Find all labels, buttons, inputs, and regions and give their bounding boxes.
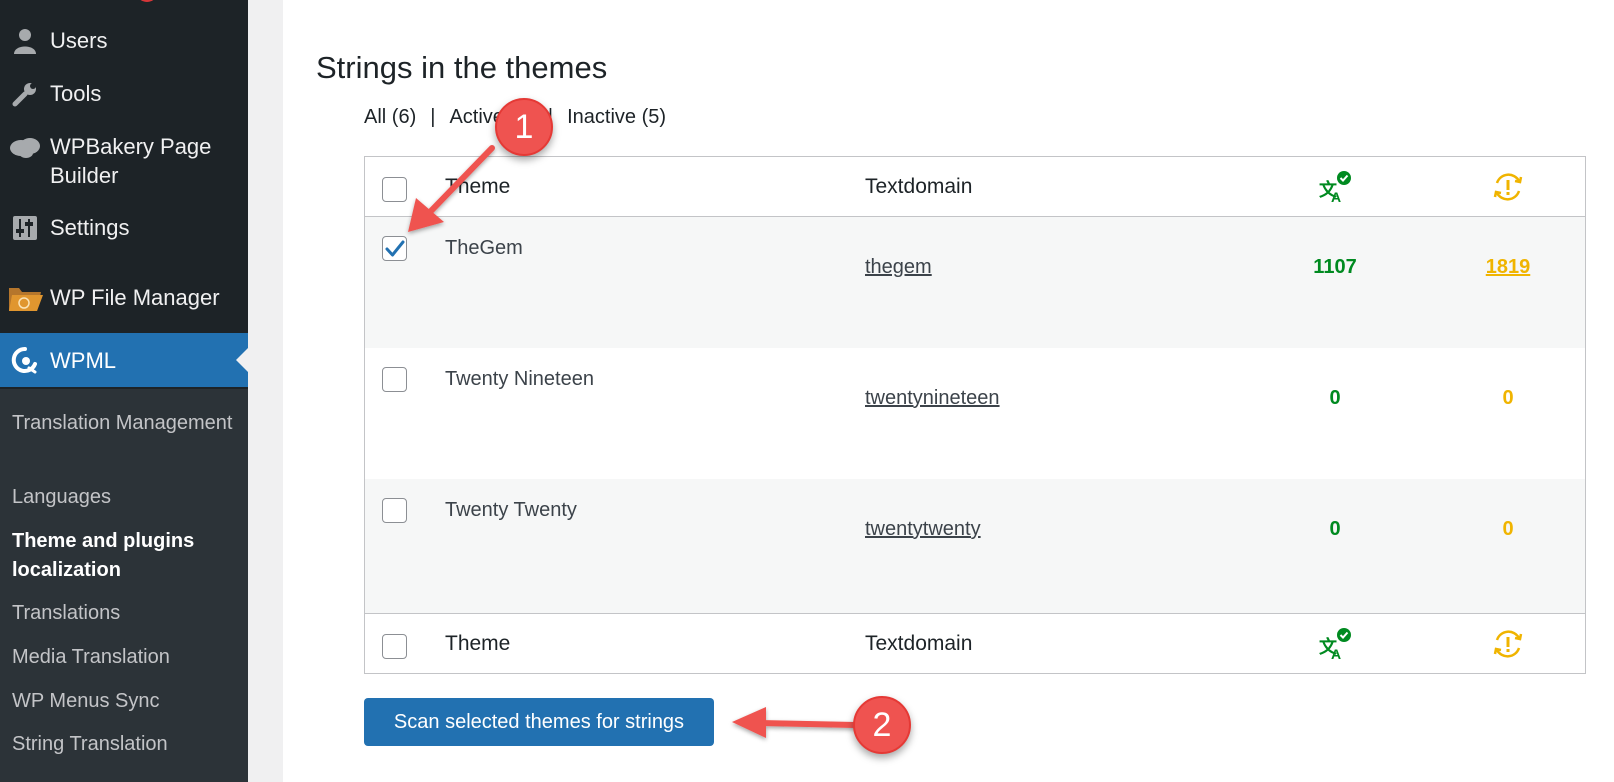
sidebar-item-tools[interactable]: Tools: [0, 79, 248, 108]
submenu-translations[interactable]: Translations: [12, 599, 238, 628]
needs-update-link[interactable]: 1819: [1438, 256, 1578, 279]
column-header-textdomain: Textdomain: [865, 175, 973, 198]
sidebar-item-users[interactable]: Users: [0, 26, 248, 55]
sidebar-item-wp-file-manager[interactable]: WP File Manager: [0, 283, 248, 312]
theme-name: Twenty Twenty: [445, 499, 577, 521]
admin-sidebar: Users Tools WPBakery Page Builder Settin…: [0, 0, 248, 782]
submenu-theme-plugins-localization[interactable]: Theme and plugins localization: [12, 527, 238, 585]
callout-1: 1: [495, 98, 553, 156]
active-indicator: [236, 348, 248, 372]
user-icon: [0, 26, 50, 55]
translation-check-icon: 文A: [1265, 167, 1405, 207]
table-header: Theme Textdomain 文A: [365, 157, 1585, 217]
sidebar-item-label: Users: [50, 28, 108, 53]
needs-update-count: 0: [1502, 387, 1514, 409]
wrench-icon: [0, 79, 50, 108]
page-title: Strings in the themes: [316, 50, 608, 85]
filter-inactive[interactable]: Inactive (5): [567, 106, 666, 128]
submenu-wp-menus-sync[interactable]: WP Menus Sync: [12, 687, 238, 716]
sync-warning-icon: [1438, 167, 1578, 207]
notification-badge: [136, 0, 158, 2]
folder-icon: [0, 283, 50, 312]
sidebar-item-wpml[interactable]: WPML: [0, 333, 248, 387]
table-footer: Theme Textdomain 文A: [365, 613, 1585, 673]
table-row: TheGem thegem 1107 1819: [365, 217, 1585, 348]
translation-check-icon: 文A: [1265, 624, 1405, 664]
svg-text:A: A: [1331, 189, 1341, 204]
scan-themes-button[interactable]: Scan selected themes for strings: [364, 698, 714, 746]
row-checkbox[interactable]: [382, 498, 407, 523]
sidebar-item-label: Settings: [50, 215, 130, 240]
filter-separator: |: [430, 106, 436, 128]
sidebar-item-label: WPBakery Page Builder: [50, 134, 212, 188]
submenu-media-translation[interactable]: Media Translation: [12, 643, 238, 672]
column-header-textdomain: Textdomain: [865, 632, 973, 655]
sidebar-item-wpbakery[interactable]: WPBakery Page Builder: [0, 132, 248, 190]
theme-name: Twenty Nineteen: [445, 368, 594, 390]
sync-warning-icon: [1438, 624, 1578, 664]
wpml-submenu: Translation Management Languages Theme a…: [0, 389, 248, 782]
table-row: Twenty Twenty twentytwenty 0 0: [365, 479, 1585, 613]
theme-name: TheGem: [445, 237, 523, 259]
callout-2: 2: [853, 696, 911, 754]
sidebar-item-label: WP File Manager: [50, 285, 220, 310]
translated-count: 1107: [1313, 256, 1357, 278]
table-row: Twenty Nineteen twentynineteen 0 0: [365, 348, 1585, 479]
select-all-checkbox[interactable]: [382, 634, 407, 659]
select-all-checkbox[interactable]: [382, 177, 407, 202]
column-header-theme: Theme: [445, 632, 511, 655]
main-content: Strings in the themes All (6) | Active (1)…: [283, 0, 1614, 782]
sidebar-item-label: WPML: [50, 347, 116, 373]
translated-count: 0: [1329, 518, 1341, 540]
cloud-icon: [0, 132, 50, 161]
filter-all[interactable]: All (6): [364, 106, 416, 128]
textdomain-link[interactable]: twentytwenty: [865, 518, 981, 541]
submenu-string-translation[interactable]: String Translation: [12, 730, 238, 759]
textdomain-link[interactable]: thegem: [865, 256, 932, 279]
sliders-icon: [0, 213, 50, 242]
submenu-translation-management[interactable]: Translation Management: [12, 409, 238, 438]
needs-update-count: 0: [1502, 518, 1514, 540]
translated-count: 0: [1329, 387, 1341, 409]
row-checkbox-checked[interactable]: [382, 236, 407, 261]
checkmark-icon: [385, 240, 404, 256]
wpml-icon: [0, 346, 50, 375]
sidebar-item-label: Tools: [50, 81, 102, 106]
sidebar-item-settings[interactable]: Settings: [0, 213, 248, 242]
row-checkbox[interactable]: [382, 367, 407, 392]
themes-table: Theme Textdomain 文A TheGem thegem 1107 1…: [364, 156, 1586, 674]
column-header-theme: Theme: [445, 175, 511, 198]
textdomain-link[interactable]: twentynineteen: [865, 387, 1000, 410]
svg-text:A: A: [1331, 646, 1341, 661]
submenu-languages[interactable]: Languages: [12, 483, 238, 512]
